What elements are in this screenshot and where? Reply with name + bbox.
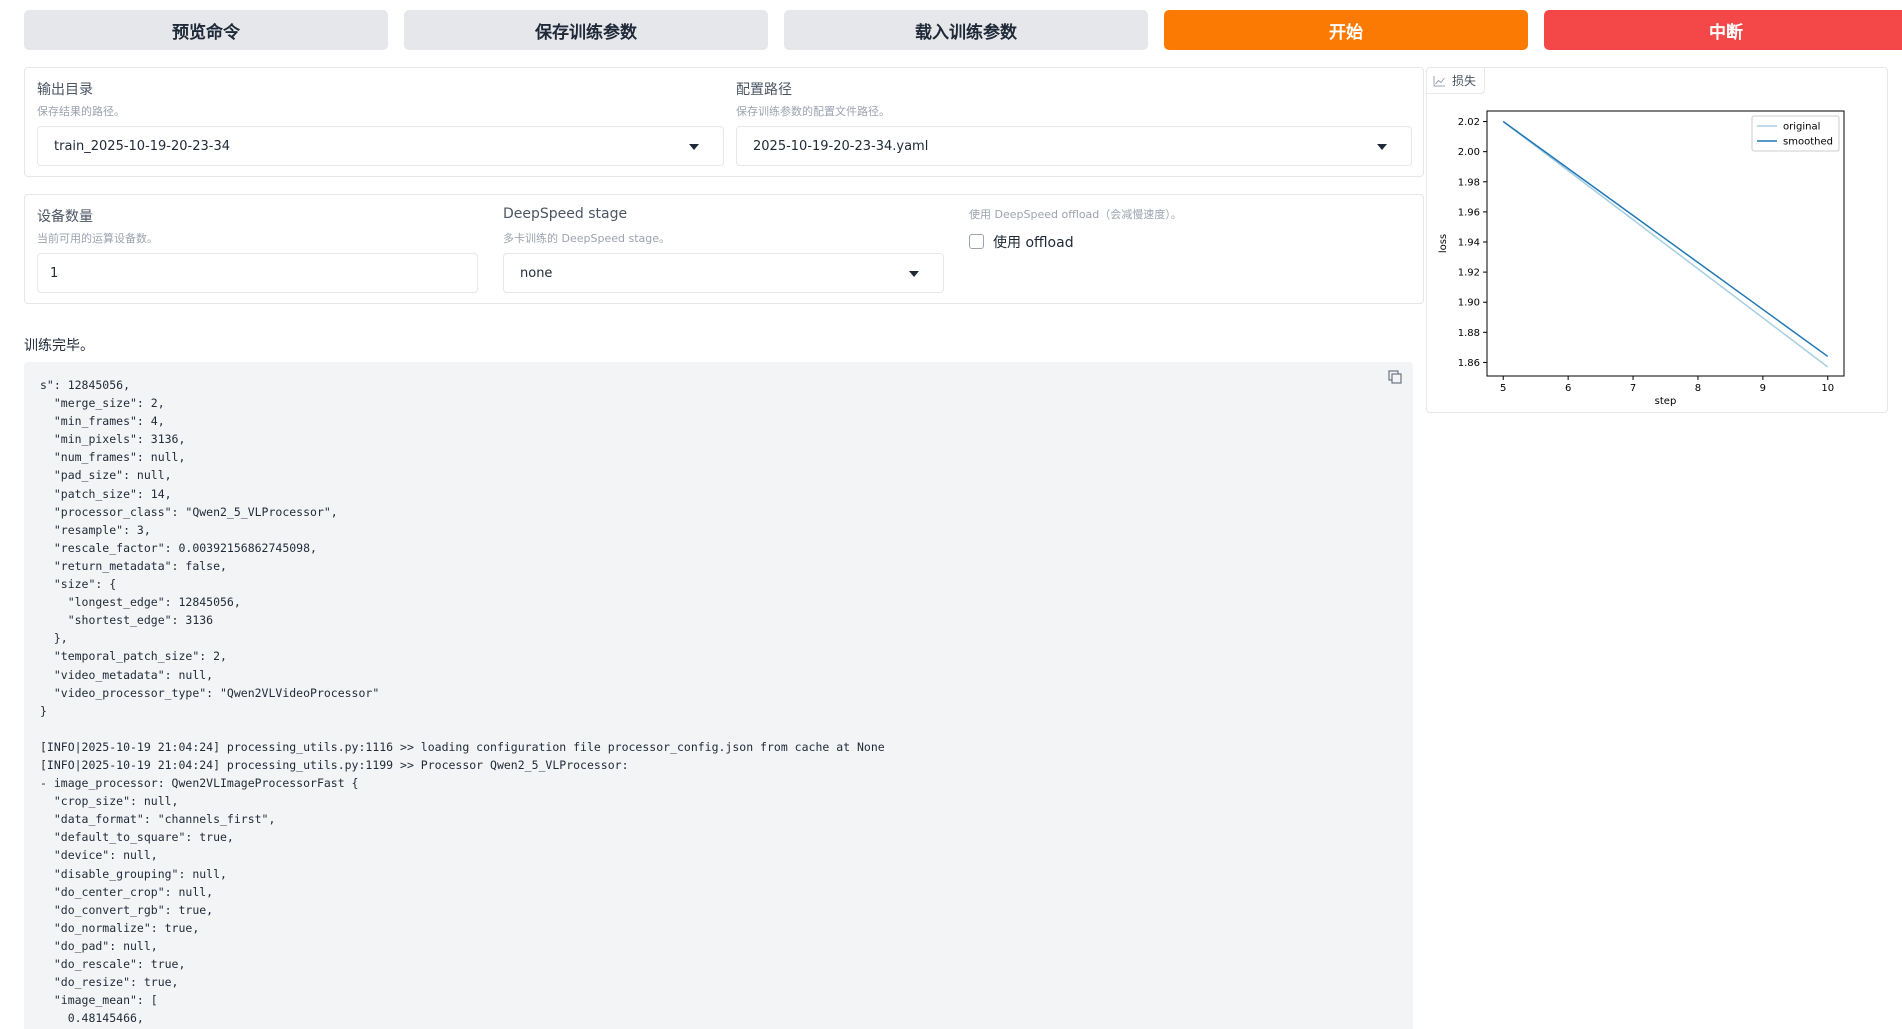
- x-axis-label: step: [1655, 396, 1677, 407]
- output-dir-label: 输出目录: [37, 82, 93, 98]
- y-tick-label: 1.90: [1458, 298, 1480, 309]
- device-count-input[interactable]: 1: [37, 253, 478, 293]
- abort-button[interactable]: 中断: [1544, 10, 1902, 50]
- output-dir-info: 保存结果的路径。: [37, 105, 125, 118]
- config-path-info: 保存训练参数的配置文件路径。: [736, 105, 890, 118]
- ds-stage-label: DeepSpeed stage: [503, 206, 628, 222]
- chevron-down-icon: [689, 144, 699, 150]
- y-tick-label: 1.98: [1458, 177, 1480, 188]
- line-chart-icon: [1433, 75, 1445, 86]
- y-tick-label: 2.02: [1458, 117, 1480, 128]
- device-count-label: 设备数量: [37, 209, 93, 225]
- x-tick-label: 9: [1760, 383, 1766, 394]
- config-path-value: 2025-10-19-20-23-34.yaml: [753, 138, 929, 154]
- loss-chart-tab-label: 损失: [1452, 74, 1477, 88]
- load-args-button[interactable]: 载入训练参数: [784, 10, 1148, 50]
- y-tick-label: 1.96: [1458, 207, 1480, 218]
- log-text: s": 12845056, "merge_size": 2, "min_fram…: [40, 378, 885, 1026]
- ds-offload-checkbox-label[interactable]: 使用 offload: [993, 232, 1074, 252]
- preview-command-button[interactable]: 预览命令: [24, 10, 388, 50]
- loss-chart-panel: 5 6 7 8 9 10 1.86 1.88 1.90 1.92 1.94 1.96 1.98 2.00 2…: [1426, 67, 1888, 413]
- ds-offload-label: 使用 DeepSpeed offload（会减慢速度）。: [969, 208, 1182, 221]
- ds-offload-checkbox[interactable]: [969, 234, 984, 249]
- config-path-label: 配置路径: [736, 82, 792, 98]
- start-button[interactable]: 开始: [1164, 10, 1528, 50]
- legend-label-original: original: [1783, 122, 1820, 133]
- x-tick-label: 6: [1565, 383, 1571, 394]
- y-tick-label: 2.00: [1458, 147, 1480, 158]
- x-tick-label: 7: [1630, 383, 1636, 394]
- output-config-panel: 输出目录 保存结果的路径。 train_2025-10-19-20-23-34 …: [24, 67, 1424, 177]
- x-tick-label: 5: [1500, 383, 1506, 394]
- x-tick-label: 8: [1695, 383, 1701, 394]
- copy-icon[interactable]: [1387, 369, 1403, 385]
- training-status-text: 训练完毕。: [24, 338, 94, 354]
- x-tick-label: 10: [1821, 383, 1834, 394]
- y-tick-label: 1.88: [1458, 328, 1480, 339]
- training-log-output[interactable]: s": 12845056, "merge_size": 2, "min_fram…: [24, 362, 1413, 1029]
- ds-stage-value: none: [520, 265, 553, 281]
- legend-label-smoothed: smoothed: [1783, 137, 1833, 148]
- device-count-value: 1: [50, 265, 59, 281]
- y-axis-label: loss: [1438, 234, 1449, 253]
- output-dir-value: train_2025-10-19-20-23-34: [54, 138, 231, 154]
- ds-stage-info: 多卡训练的 DeepSpeed stage。: [503, 232, 670, 245]
- save-args-button[interactable]: 保存训练参数: [404, 10, 768, 50]
- series-line-smoothed: [1502, 120, 1829, 358]
- output-dir-select[interactable]: train_2025-10-19-20-23-34: [37, 126, 724, 166]
- y-tick-label: 1.94: [1458, 237, 1480, 248]
- y-tick-label: 1.92: [1458, 268, 1480, 279]
- loss-chart-tab: 损失: [1427, 68, 1486, 94]
- series-line-original: [1502, 120, 1829, 368]
- loss-chart: 5 6 7 8 9 10 1.86 1.88 1.90 1.92 1.94 1.96 1.98 2.00 2…: [1438, 110, 1845, 407]
- device-count-info: 当前可用的运算设备数。: [37, 232, 158, 245]
- chevron-down-icon: [909, 271, 919, 277]
- y-tick-label: 1.86: [1458, 358, 1480, 369]
- ds-stage-select[interactable]: none: [503, 253, 944, 293]
- chevron-down-icon: [1377, 144, 1387, 150]
- config-path-select[interactable]: 2025-10-19-20-23-34.yaml: [736, 126, 1412, 166]
- device-deepspeed-panel: 设备数量 当前可用的运算设备数。 1 DeepSpeed stage 多卡训练的…: [24, 194, 1424, 304]
